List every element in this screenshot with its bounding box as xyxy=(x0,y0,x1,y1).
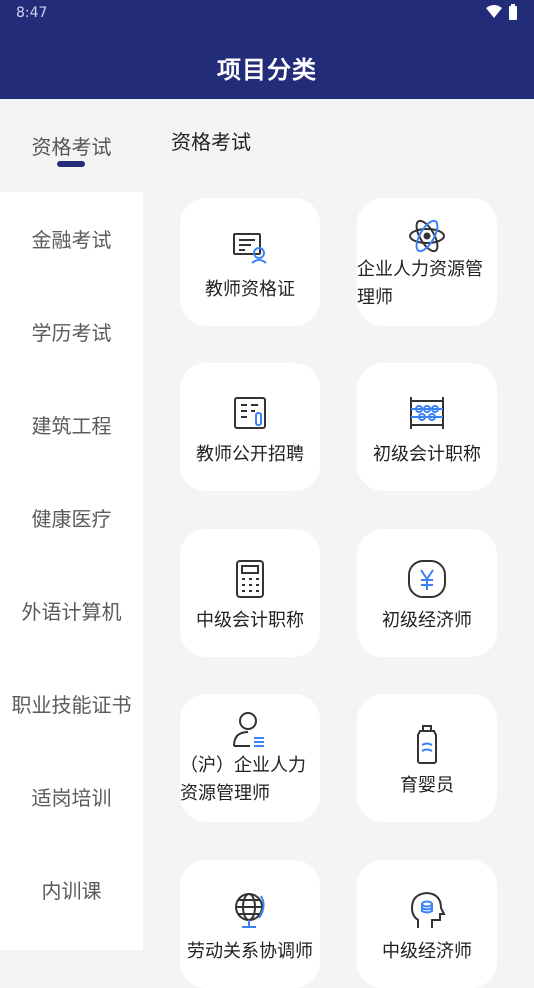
card-label: 教师资格证 xyxy=(205,279,295,300)
sidebar-item-finance[interactable]: 金融考试 xyxy=(0,192,143,285)
battery-icon xyxy=(509,4,517,20)
wifi-icon xyxy=(486,5,502,18)
head-coin-icon xyxy=(357,890,497,930)
section-title: 资格考试 xyxy=(171,130,251,154)
baby-bottle-icon xyxy=(357,724,497,764)
page-title: 项目分类 xyxy=(217,56,317,84)
sidebar-item-label: 学历考试 xyxy=(31,321,112,345)
card-label: 初级会计职称 xyxy=(373,444,481,465)
category-card[interactable]: 中级经济师 xyxy=(357,860,497,988)
category-card[interactable]: 教师资格证 xyxy=(180,198,320,326)
sidebar-item-internal-course[interactable]: 内训课 xyxy=(0,843,143,936)
calculator-icon xyxy=(180,559,320,599)
sidebar-item-language-computer[interactable]: 外语计算机 xyxy=(0,564,143,657)
sidebar-item-label: 内训课 xyxy=(41,879,102,903)
sidebar-item-job-training[interactable]: 适岗培训 xyxy=(0,750,143,843)
category-card[interactable]: 中级会计职称 xyxy=(180,529,320,657)
sidebar-item-health[interactable]: 健康医疗 xyxy=(0,471,143,564)
sidebar-item-vocational[interactable]: 职业技能证书 xyxy=(0,657,143,750)
card-label: 劳动关系协调师 xyxy=(187,941,313,962)
category-card[interactable]: 教师公开招聘 xyxy=(180,363,320,491)
sidebar-item-label: 金融考试 xyxy=(31,228,112,252)
active-indicator xyxy=(57,161,85,167)
abacus-icon xyxy=(357,393,497,433)
category-card[interactable]: 企业人力资源管理师 xyxy=(357,198,497,326)
category-card[interactable]: 育婴员 xyxy=(357,694,497,822)
card-label: 中级会计职称 xyxy=(196,610,304,631)
category-card[interactable]: （沪）企业人力资源管理师 xyxy=(180,694,320,822)
certificate-screen-icon xyxy=(180,228,320,268)
sidebar-item-education[interactable]: 学历考试 xyxy=(0,285,143,378)
sidebar-item-label: 外语计算机 xyxy=(21,600,122,624)
sidebar-item-label: 适岗培训 xyxy=(31,786,112,810)
document-list-icon xyxy=(180,393,320,433)
sidebar-item-construction[interactable]: 建筑工程 xyxy=(0,378,143,471)
yen-icon xyxy=(357,559,497,599)
card-label: 初级经济师 xyxy=(382,610,472,631)
card-label: （沪）企业人力资源管理师 xyxy=(180,755,306,804)
category-sidebar: 资格考试 金融考试 学历考试 建筑工程 健康医疗 外语计算机 职业技能证书 适岗… xyxy=(0,99,143,950)
status-icons xyxy=(486,4,518,20)
category-card[interactable]: 劳动关系协调师 xyxy=(180,860,320,988)
card-label: 教师公开招聘 xyxy=(196,444,304,465)
card-label: 育婴员 xyxy=(400,775,454,796)
card-label: 中级经济师 xyxy=(382,941,472,962)
sidebar-item-label: 建筑工程 xyxy=(31,414,112,438)
status-time: 8:47 xyxy=(16,5,48,21)
card-label: 企业人力资源管理师 xyxy=(357,259,483,308)
app-header: 8:47 项目分类 xyxy=(0,0,534,99)
sidebar-item-qualification[interactable]: 资格考试 xyxy=(0,99,143,192)
category-card[interactable]: 初级经济师 xyxy=(357,529,497,657)
sidebar-item-label: 健康医疗 xyxy=(31,507,112,531)
atom-icon xyxy=(357,216,497,256)
sidebar-item-label: 资格考试 xyxy=(31,135,112,159)
category-card[interactable]: 初级会计职称 xyxy=(357,363,497,491)
person-list-icon xyxy=(180,710,320,750)
globe-icon xyxy=(180,890,320,930)
sidebar-item-label: 职业技能证书 xyxy=(11,693,132,717)
